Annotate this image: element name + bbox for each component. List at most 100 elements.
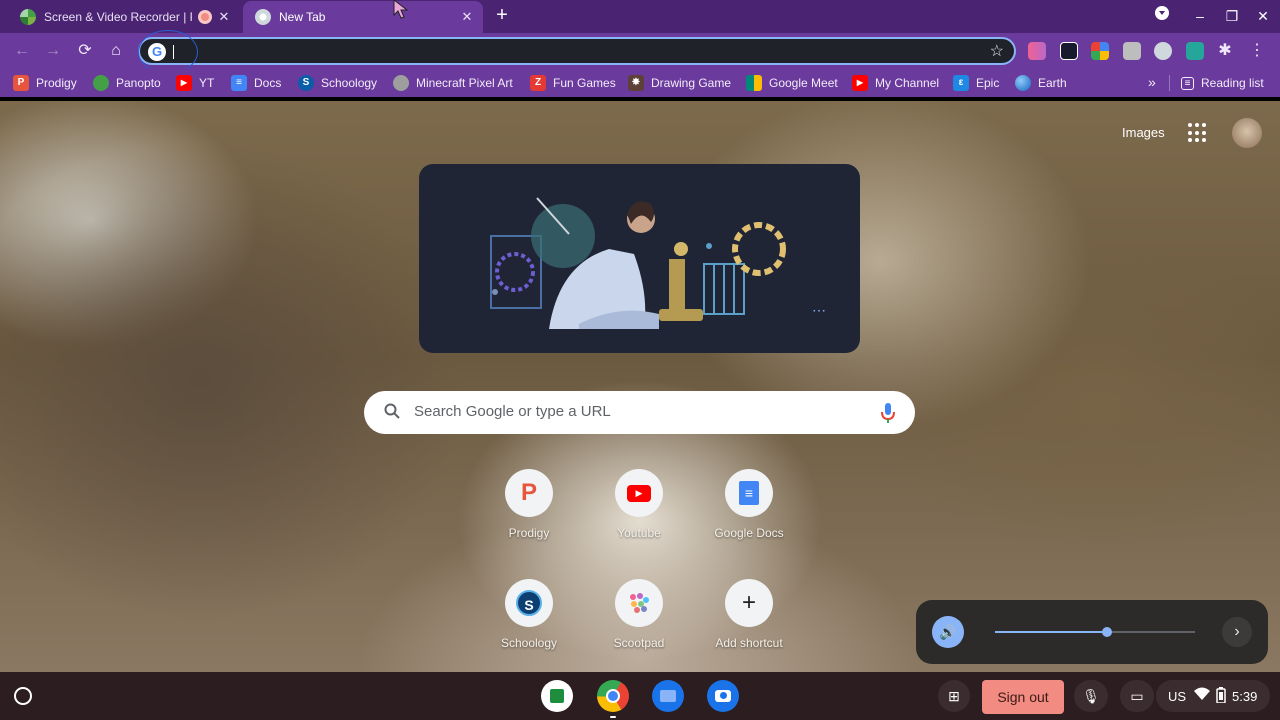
bookmark-fun-games[interactable]: Z Fun Games: [530, 74, 616, 92]
new-tab-page: Images ⋯ Search Google or type a URL P P…: [0, 101, 1280, 672]
shelf: ⊞ Sign out 🎙 ▭ US 5:39: [0, 672, 1280, 720]
bookmark-earth[interactable]: Earth: [1015, 74, 1067, 92]
youtube-icon: ▶: [615, 469, 663, 517]
google-apps-icon[interactable]: [1188, 123, 1208, 143]
bookmark-google-meet[interactable]: Google Meet: [746, 74, 838, 92]
bookmarks-bar: P Prodigy Panopto ▶ YT ≡ Docs S Schoology Mi…: [0, 69, 1280, 97]
prodigy-icon: P: [505, 469, 553, 517]
reading-list-icon: ≡: [1181, 76, 1194, 90]
minecraft-icon: [393, 75, 409, 91]
volume-bubble: 🔊 ›: [916, 600, 1268, 664]
google-doodle[interactable]: ⋯: [419, 164, 860, 353]
bookmark-my-channel[interactable]: ▶ My Channel: [852, 74, 939, 92]
extension-icon-2[interactable]: [1091, 42, 1109, 60]
tab-strip: Screen & Video Recorder | Panopto ✕ New …: [0, 0, 1280, 33]
bookmark-yt[interactable]: ▶ YT: [176, 74, 214, 92]
screencastify-extension-icon[interactable]: [1028, 42, 1046, 60]
close-icon[interactable]: ✕: [216, 9, 232, 25]
docs-icon: ≡: [231, 75, 247, 91]
shortcut-google-docs[interactable]: ≡ Google Docs: [694, 463, 804, 563]
plus-icon: +: [725, 579, 773, 627]
close-window-button[interactable]: ✕: [1252, 5, 1274, 27]
docs-icon: ≡: [725, 469, 773, 517]
reading-list-button[interactable]: ≡ Reading list: [1181, 74, 1264, 92]
shortcut-scootpad[interactable]: Scootpad: [584, 573, 694, 672]
reload-button[interactable]: ⟳: [73, 39, 97, 63]
youtube-icon: ▶: [176, 75, 192, 91]
bookmark-drawing-game[interactable]: ✸ Drawing Game: [628, 74, 731, 92]
shortcut-add[interactable]: + Add shortcut: [694, 573, 804, 672]
bookmark-docs[interactable]: ≡ Docs: [231, 74, 281, 92]
dictation-mic-icon[interactable]: 🎙: [1074, 680, 1108, 712]
recording-icon: [198, 10, 212, 24]
cast-icon[interactable]: ▭: [1120, 680, 1154, 712]
close-icon[interactable]: ✕: [459, 9, 475, 25]
volume-slider-fill: [995, 631, 1107, 633]
epic-icon: ε: [953, 75, 969, 91]
divider: [1169, 75, 1170, 91]
battery-icon: [1216, 687, 1226, 706]
bookmark-star-icon[interactable]: ☆: [990, 41, 1004, 61]
doodle-illustration: [490, 197, 786, 329]
minimize-button[interactable]: –: [1189, 5, 1211, 27]
launcher-button[interactable]: [14, 687, 32, 705]
chrome-app-icon[interactable]: [597, 680, 629, 712]
shortcut-prodigy[interactable]: P Prodigy: [474, 463, 584, 563]
bookmark-epic[interactable]: ε Epic: [953, 74, 999, 92]
chevron-right-icon[interactable]: ›: [1222, 617, 1252, 647]
bookmarks-overflow-button[interactable]: »: [1148, 74, 1156, 90]
sign-out-button[interactable]: Sign out: [982, 680, 1064, 714]
forward-button[interactable]: →: [41, 39, 65, 63]
images-link[interactable]: Images: [1122, 125, 1165, 140]
scootpad-icon: [615, 579, 663, 627]
shortcut-schoology[interactable]: S Schoology: [474, 573, 584, 672]
avatar[interactable]: [1232, 118, 1262, 148]
new-tab-button[interactable]: +: [490, 4, 514, 28]
shortcut-youtube[interactable]: ▶ Youtube: [584, 463, 694, 563]
home-button[interactable]: ⌂: [104, 39, 128, 63]
panopto-icon: [93, 75, 109, 91]
search-icon: [384, 403, 400, 419]
microphone-icon[interactable]: [881, 402, 895, 424]
active-app-indicator: [610, 716, 616, 718]
bookmark-panopto[interactable]: Panopto: [93, 74, 161, 92]
status-area[interactable]: US 5:39: [1156, 680, 1270, 712]
panopto-icon: [20, 9, 36, 25]
drawing-game-icon: ✸: [628, 75, 644, 91]
files-app-icon[interactable]: [652, 680, 684, 712]
tab-panopto[interactable]: Screen & Video Recorder | Panopto ✕: [12, 1, 240, 33]
extensions-puzzle-icon[interactable]: ✱: [1213, 39, 1237, 63]
click-highlight: [138, 30, 198, 74]
extension-icon-1[interactable]: [1060, 42, 1078, 60]
share-icon[interactable]: ⋯: [812, 302, 826, 319]
volume-slider-handle[interactable]: [1102, 627, 1112, 637]
screen-capture-icon[interactable]: ⊞: [938, 680, 970, 712]
profile-menu-icon[interactable]: [1151, 5, 1173, 27]
address-bar[interactable]: G ☆: [138, 37, 1016, 65]
search-placeholder: Search Google or type a URL: [414, 403, 611, 420]
extension-icon-3[interactable]: [1123, 42, 1141, 60]
bookmark-prodigy[interactable]: P Prodigy: [13, 74, 77, 92]
tab-new-tab[interactable]: New Tab ✕: [243, 1, 483, 33]
schoology-icon: S: [298, 75, 314, 91]
extension-icon-4[interactable]: [1154, 42, 1172, 60]
prodigy-icon: P: [13, 75, 29, 91]
extension-icon-5[interactable]: [1186, 42, 1204, 60]
classroom-app-icon[interactable]: [541, 680, 573, 712]
camera-app-icon[interactable]: [707, 680, 739, 712]
speaker-icon[interactable]: 🔊: [932, 616, 964, 648]
youtube-icon: ▶: [852, 75, 868, 91]
bookmark-minecraft-pixel-art[interactable]: Minecraft Pixel Art: [393, 74, 513, 92]
wifi-icon: [1194, 687, 1210, 704]
bookmark-schoology[interactable]: S Schoology: [298, 74, 377, 92]
tab-title: Screen & Video Recorder | Panopto: [44, 10, 192, 24]
mouse-cursor-icon: [393, 0, 409, 19]
earth-icon: [1015, 75, 1031, 91]
google-meet-icon: [746, 75, 762, 91]
search-box[interactable]: Search Google or type a URL: [364, 391, 915, 434]
restore-button[interactable]: ❐: [1221, 5, 1243, 27]
chrome-icon: [255, 9, 271, 25]
schoology-icon: S: [505, 579, 553, 627]
back-button[interactable]: ←: [10, 39, 34, 63]
chrome-menu-icon[interactable]: ⋮: [1245, 39, 1269, 63]
